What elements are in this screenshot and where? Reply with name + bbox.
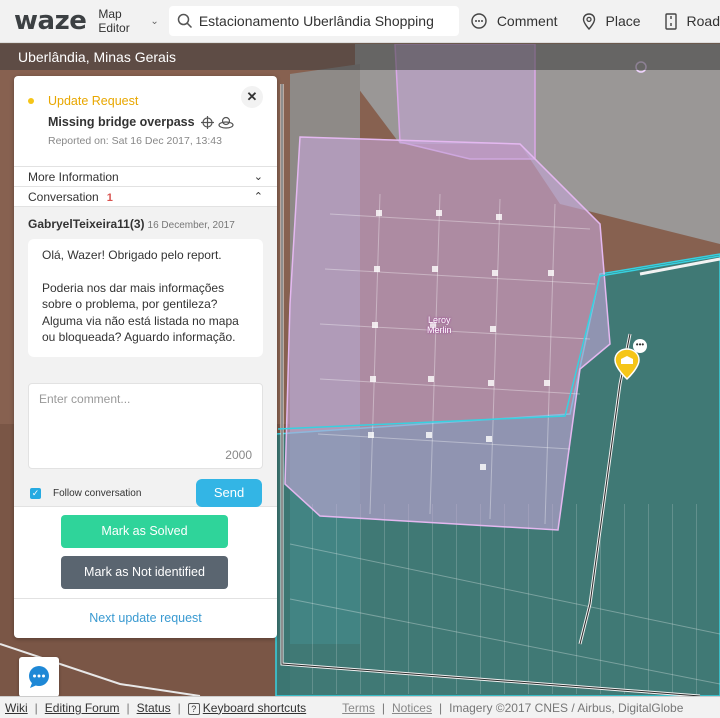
map-marker-icon xyxy=(614,348,640,381)
comment-button[interactable]: Comment xyxy=(471,13,558,29)
footer-shortcuts-link[interactable]: ? Keyboard shortcuts xyxy=(187,700,307,715)
mark-not-identified-button[interactable]: Mark as Not identified xyxy=(61,556,228,589)
keyboard-icon: ? xyxy=(187,702,200,715)
top-bar: waze Map Editor ⌄ Comment Place Road xyxy=(0,0,720,43)
footer-imagery-credit: Imagery ©2017 CNES / Airbus, DigitalGlob… xyxy=(449,700,684,715)
search-icon xyxy=(177,13,192,29)
conversation-label: Conversation xyxy=(28,189,99,204)
comment-date: 16 December, 2017 xyxy=(147,220,235,231)
comment-message: Olá, Wazer! Obrigado pelo report. Poderi… xyxy=(28,239,263,357)
conversation-toggle[interactable]: Conversation 1 ⌃ xyxy=(14,186,277,206)
send-button[interactable]: Send xyxy=(196,479,262,507)
more-information-toggle[interactable]: More Information ⌄ xyxy=(14,166,277,186)
search-box[interactable] xyxy=(168,6,459,36)
update-request-pin[interactable]: ••• xyxy=(613,339,649,388)
close-button[interactable]: ✕ xyxy=(241,86,263,108)
footer-status-link[interactable]: Status xyxy=(137,701,171,715)
chevron-down-icon[interactable]: ⌄ xyxy=(150,16,158,27)
chevron-up-icon: ⌃ xyxy=(253,191,263,203)
comment-input[interactable] xyxy=(29,384,262,444)
follow-conversation[interactable]: ✓ Follow conversation xyxy=(28,487,142,499)
mark-solved-button[interactable]: Mark as Solved xyxy=(61,515,228,548)
ur-type-label: Update Request xyxy=(48,94,139,108)
comment-box[interactable]: 2000 xyxy=(28,383,263,469)
footer: Wiki | Editing Forum | Status | ? Keyboar… xyxy=(0,696,720,718)
map-canvas[interactable]: Uberlândia, Minas Gerais Leroy Merlin ••… xyxy=(0,44,720,696)
road-label: Road xyxy=(686,13,720,29)
conversation-header: Conversation 1 xyxy=(28,190,113,204)
road-button[interactable]: Road xyxy=(664,12,720,30)
footer-separator: | xyxy=(126,700,130,715)
follow-row: ✓ Follow conversation Send xyxy=(28,479,263,507)
footer-separator: | xyxy=(438,700,443,715)
comment-author-line: GabryelTeixeira11(3) 16 December, 2017 xyxy=(28,217,263,231)
comment-message-line1: Olá, Wazer! Obrigado pelo report. xyxy=(42,248,222,262)
footer-wiki-link[interactable]: Wiki xyxy=(5,701,28,715)
venue-label-line1: Leroy xyxy=(428,315,451,325)
footer-notices-link[interactable]: Notices xyxy=(392,701,432,715)
crosshair-icon[interactable] xyxy=(200,115,214,129)
chat-icon xyxy=(29,666,49,688)
pin-icon xyxy=(582,12,595,30)
location-target-icon[interactable] xyxy=(217,116,234,129)
venue-label: Leroy Merlin xyxy=(427,315,452,335)
footer-separator: | xyxy=(381,700,385,715)
ur-title: Missing bridge overpass xyxy=(48,115,263,129)
chat-button[interactable] xyxy=(19,657,59,697)
update-request-panel: Update Request Missing bridge overpass R… xyxy=(14,76,277,638)
footer-terms-link[interactable]: Terms xyxy=(342,701,375,715)
conversation-body: GabryelTeixeira11(3) 16 December, 2017 Ol… xyxy=(14,206,277,507)
footer-separator: | xyxy=(34,700,38,715)
char-counter: 2000 xyxy=(225,448,252,462)
location-bar: Uberlândia, Minas Gerais xyxy=(0,44,720,70)
product-selector[interactable]: Map Editor xyxy=(98,7,144,35)
conversation-count-badge: 1 xyxy=(106,191,113,204)
footer-forum-link[interactable]: Editing Forum xyxy=(45,701,120,715)
venue-label-line2: Merlin xyxy=(427,325,452,335)
more-information-label: More Information xyxy=(28,169,119,184)
place-button[interactable]: Place xyxy=(582,12,641,30)
follow-checkbox[interactable]: ✓ xyxy=(30,487,41,499)
follow-label: Follow conversation xyxy=(53,487,142,499)
comment-author: GabryelTeixeira11(3) xyxy=(28,217,145,231)
footer-shortcuts-label: Keyboard shortcuts xyxy=(202,700,307,715)
place-label: Place xyxy=(605,13,641,29)
comment-bubble-icon: ••• xyxy=(633,339,647,353)
ur-title-text: Missing bridge overpass xyxy=(48,115,195,129)
ur-reported-date: Reported on: Sat 16 Dec 2017, 13:43 xyxy=(48,135,222,147)
comment-icon xyxy=(471,13,487,29)
footer-separator: | xyxy=(177,700,181,715)
chevron-down-icon: ⌄ xyxy=(253,171,263,183)
comment-label: Comment xyxy=(496,13,558,29)
waze-logo[interactable]: waze xyxy=(14,6,87,36)
search-input[interactable] xyxy=(198,13,459,29)
resolution-actions: Mark as Solved Mark as Not identified xyxy=(14,506,277,598)
ur-status-dot xyxy=(28,98,34,104)
road-icon xyxy=(664,12,677,30)
next-update-request-link[interactable]: Next update request xyxy=(14,598,277,636)
panel-header: Update Request Missing bridge overpass R… xyxy=(14,76,277,166)
comment-message-line2: Poderia nos dar mais informações sobre o… xyxy=(42,280,239,345)
